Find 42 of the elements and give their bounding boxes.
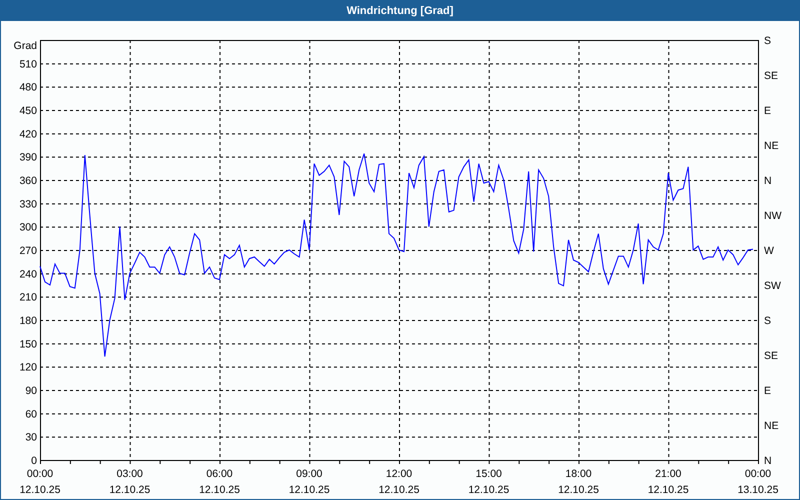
y-tick-label: 30 bbox=[25, 432, 37, 444]
compass-label: E bbox=[764, 105, 772, 117]
y-tick-label: 270 bbox=[19, 245, 37, 257]
compass-label: E bbox=[764, 385, 772, 397]
x-tick-label: 21:00 12.10.25 bbox=[648, 468, 689, 496]
y-tick-label: 90 bbox=[25, 385, 37, 397]
y-tick-label: 360 bbox=[19, 175, 37, 187]
compass-label: N bbox=[764, 455, 772, 467]
compass-label: S bbox=[764, 315, 772, 327]
y-tick-label: 300 bbox=[19, 222, 37, 234]
compass-label: SE bbox=[764, 70, 778, 82]
y-tick-label: 210 bbox=[19, 292, 37, 304]
x-tick-label: 00:00 12.10.25 bbox=[20, 468, 60, 496]
x-tick-label: 15:00 12.10.25 bbox=[468, 468, 510, 496]
y-tick-label: 420 bbox=[19, 128, 37, 140]
compass-label: S bbox=[764, 35, 772, 47]
x-tick-label: 06:00 12.10.25 bbox=[199, 468, 240, 496]
y-tick-label: 450 bbox=[19, 105, 37, 117]
compass-label: N bbox=[764, 175, 772, 187]
x-tick-label: 09:00 12.10.25 bbox=[288, 468, 330, 496]
compass-label: NW bbox=[764, 210, 782, 222]
y-tick-label: 0 bbox=[31, 455, 37, 467]
y-tick-label: 150 bbox=[19, 338, 37, 350]
y-tick-label: 330 bbox=[19, 198, 37, 210]
y-tick-label: 240 bbox=[19, 268, 37, 280]
y-tick-label: 480 bbox=[19, 82, 37, 94]
y-tick-label: 510 bbox=[19, 58, 37, 70]
axis-unit-label: Grad bbox=[14, 40, 37, 52]
y-tick-label: 180 bbox=[19, 315, 37, 327]
y-tick-label: 390 bbox=[19, 152, 37, 164]
compass-label: SW bbox=[764, 280, 781, 292]
x-tick-label: 00:00 13.10.25 bbox=[738, 468, 778, 496]
y-tick-label: 120 bbox=[19, 362, 37, 374]
x-tick-label: 18:00 12.10.25 bbox=[558, 468, 599, 496]
compass-label: SE bbox=[764, 350, 778, 362]
x-tick-label: 12:00 12.10.25 bbox=[378, 468, 420, 496]
y-tick-label: 60 bbox=[25, 408, 37, 420]
compass-label: W bbox=[764, 245, 774, 257]
compass-label: NE bbox=[764, 420, 779, 432]
window-title: Windrichtung [Grad] bbox=[346, 5, 454, 17]
x-tick-label: 03:00 12.10.25 bbox=[109, 468, 150, 496]
compass-label: NE bbox=[764, 140, 779, 152]
